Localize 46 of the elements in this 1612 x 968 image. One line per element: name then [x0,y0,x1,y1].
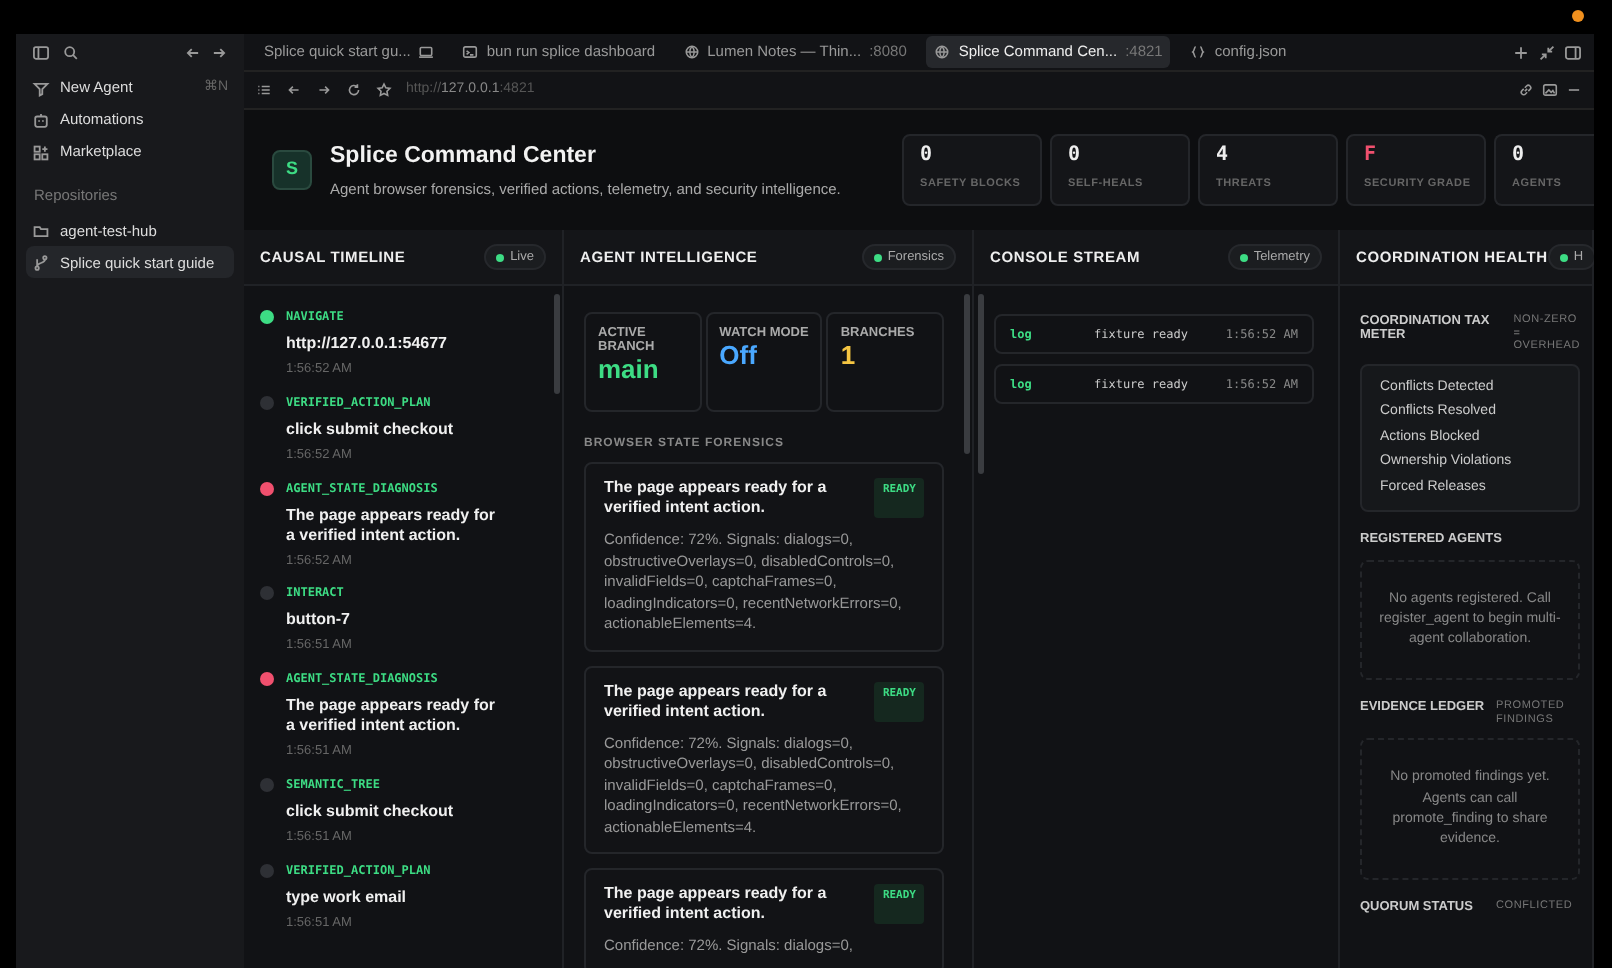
stat-value: 4 [1216,146,1231,166]
star-icon[interactable] [376,82,392,98]
laptop-icon [418,44,435,60]
stat-value: 0 [920,146,935,166]
finding-title: The page appears ready for a verified intent action. [604,478,829,518]
stat-value: 0 [1068,146,1083,166]
back-arrow-icon[interactable] [184,44,202,62]
finding-title: The page appears ready for a verified intent action. [604,681,829,721]
back-arrow-icon[interactable] [286,82,302,98]
stat-value: F [1364,146,1379,166]
event-detail: button-7 [286,610,352,631]
branch-icon [32,253,50,272]
event-detail: The page appears ready for a verified intent action. [286,696,497,736]
metric-value: Off [719,340,759,372]
page-title: Splice Command Center [330,141,598,172]
globe-icon [934,44,951,60]
event-detail: type work email [286,887,409,907]
forward-arrow-icon[interactable] [316,82,332,98]
event-detail: click submit checkout [286,801,456,822]
robot-icon [32,111,50,129]
image-icon[interactable] [1542,82,1558,98]
folder-icon [32,221,50,240]
collapse-icon[interactable] [1538,43,1556,61]
event-detail: click submit checkout [286,419,456,440]
reload-icon[interactable] [346,82,362,98]
notification-dot [1572,10,1584,22]
metric-value: 1 [840,340,858,372]
list-icon[interactable] [256,82,272,98]
event-detail: http://127.0.0.1:54677 [286,334,449,354]
panel-icon[interactable] [1564,43,1582,61]
braces-icon [1190,44,1207,60]
link-icon[interactable] [1518,82,1534,98]
metric-value: main [598,354,661,386]
grid-icon [32,143,50,161]
sidebar-toggle-icon[interactable] [32,44,50,62]
terminal-icon [462,44,479,60]
scrollbar[interactable] [978,294,984,474]
stat-value: 0 [1512,146,1527,166]
globe-icon [683,44,700,60]
search-icon[interactable] [62,44,80,62]
app-logo: S [272,150,312,190]
event-detail: The page appears ready for a verified intent action. [286,505,497,545]
plus-icon[interactable] [1512,43,1530,61]
finding-title: The page appears ready for a verified intent action. [604,884,829,924]
funnel-icon [32,79,50,97]
forward-arrow-icon[interactable] [210,44,228,62]
